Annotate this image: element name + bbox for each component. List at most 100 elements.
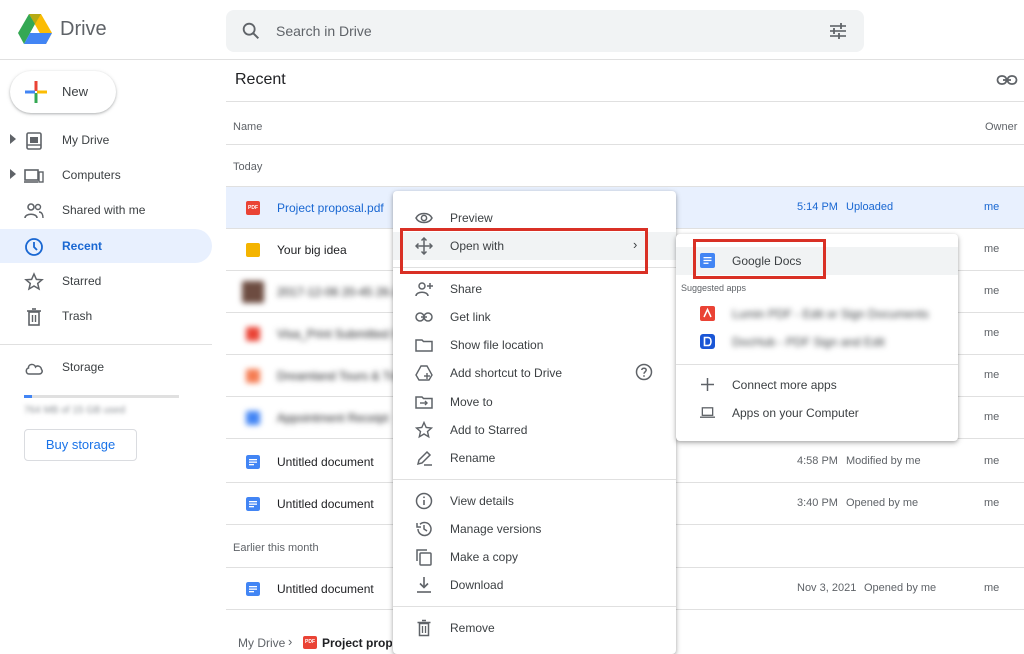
- plus-icon: [25, 81, 47, 103]
- my-drive-icon: [26, 132, 42, 150]
- divider: [226, 144, 1024, 145]
- cloud-icon: [25, 363, 43, 375]
- menu-item-move-to[interactable]: Move to: [393, 388, 676, 416]
- file-owner: me: [984, 285, 1000, 297]
- section-label-earlier: Earlier this month: [233, 542, 319, 554]
- file-owner: me: [984, 411, 1000, 423]
- menu-item-label: View details: [450, 494, 514, 508]
- submenu-item-connect-apps[interactable]: Connect more apps: [676, 371, 958, 399]
- sidebar-item-computers[interactable]: Computers: [0, 158, 212, 192]
- menu-item-label: Remove: [450, 621, 495, 635]
- link-icon[interactable]: [996, 71, 1018, 89]
- page-title: Recent: [235, 71, 286, 88]
- chevron-right-icon: ›: [288, 634, 293, 649]
- history-icon: [416, 521, 432, 537]
- menu-divider: [393, 479, 676, 480]
- copy-icon: [416, 549, 432, 566]
- menu-item-label: Show file location: [450, 338, 544, 352]
- menu-item-add-starred[interactable]: Add to Starred: [393, 416, 676, 444]
- sidebar-item-my-drive[interactable]: My Drive: [0, 123, 212, 157]
- search-icon[interactable]: [240, 20, 262, 42]
- expand-arrow-icon[interactable]: [10, 169, 16, 179]
- divider: [226, 101, 1024, 102]
- menu-item-add-shortcut[interactable]: Add shortcut to Drive: [393, 359, 676, 387]
- sidebar-item-shared[interactable]: Shared with me: [0, 193, 212, 227]
- pdf-file-icon: [246, 327, 260, 341]
- menu-item-view-details[interactable]: View details: [393, 487, 676, 515]
- file-date: 4:58 PM: [797, 455, 838, 467]
- image-file-icon: [246, 369, 260, 383]
- menu-item-label: Make a copy: [450, 550, 519, 564]
- file-activity: Opened by me: [846, 497, 919, 509]
- menu-item-share[interactable]: Share: [393, 275, 676, 303]
- plus-icon: [701, 378, 714, 391]
- image-thumbnail: [242, 281, 264, 303]
- expand-arrow-icon[interactable]: [10, 134, 16, 144]
- sidebar-item-label: Shared with me: [62, 203, 146, 217]
- sidebar-item-label: Computers: [62, 168, 121, 182]
- menu-item-label: Add to Starred: [450, 423, 528, 437]
- menu-item-label: Add shortcut to Drive: [450, 366, 563, 380]
- submenu-item-dochub[interactable]: DocHub - PDF Sign and Edit: [676, 328, 958, 356]
- menu-item-label: Share: [450, 282, 483, 296]
- eye-icon: [415, 212, 433, 224]
- lumin-pdf-icon: [700, 306, 715, 321]
- highlight-box-google-docs: [693, 239, 826, 279]
- suggested-apps-label: Suggested apps: [681, 283, 747, 293]
- sidebar-item-label: Starred: [62, 274, 102, 288]
- search-bar[interactable]: Search in Drive: [226, 10, 864, 52]
- menu-item-manage-versions[interactable]: Manage versions: [393, 515, 676, 543]
- clock-icon: [25, 238, 43, 256]
- search-input[interactable]: Search in Drive: [276, 23, 372, 39]
- star-icon: [415, 421, 433, 439]
- menu-item-label: Move to: [450, 395, 493, 409]
- file-owner: me: [984, 497, 1000, 509]
- file-name: Project proposal.pdf: [277, 201, 384, 215]
- menu-item-rename[interactable]: Rename: [393, 444, 676, 472]
- file-owner: me: [984, 243, 1000, 255]
- menu-item-label: Rename: [450, 451, 496, 465]
- file-name: Dreamland Tours & Tra: [277, 369, 401, 383]
- submenu-item-computer-apps[interactable]: Apps on your Computer: [676, 399, 958, 427]
- column-header-owner[interactable]: Owner: [985, 121, 1017, 133]
- sidebar-divider: [0, 344, 212, 345]
- menu-item-make-copy[interactable]: Make a copy: [393, 543, 676, 571]
- menu-item-show-location[interactable]: Show file location: [393, 331, 676, 359]
- breadcrumb-current[interactable]: Project proposal.pdf: [322, 636, 392, 650]
- file-owner: me: [984, 201, 1000, 213]
- new-button[interactable]: New: [10, 71, 116, 113]
- sidebar-item-label: Trash: [62, 309, 93, 323]
- sidebar-item-trash[interactable]: Trash: [0, 299, 212, 333]
- buy-storage-button[interactable]: Buy storage: [24, 429, 137, 461]
- file-activity: Uploaded: [846, 201, 894, 213]
- sidebar-item-label: My Drive: [62, 133, 110, 147]
- submenu-item-label: Apps on your Computer: [732, 406, 859, 420]
- file-name: Your big idea: [277, 243, 347, 257]
- pdf-file-icon: PDF: [303, 636, 317, 649]
- file-date: Nov 3, 2021: [797, 582, 857, 594]
- storage-progress-bar: [24, 395, 179, 398]
- help-icon[interactable]: [635, 363, 653, 381]
- file-activity: Modified by me: [846, 455, 921, 467]
- file-owner: me: [984, 455, 1000, 467]
- laptop-icon: [700, 407, 715, 418]
- search-options-icon[interactable]: [828, 21, 848, 41]
- file-name: Untitled document: [277, 497, 374, 511]
- brand-name[interactable]: Drive: [60, 18, 107, 41]
- sidebar-item-storage[interactable]: Storage: [0, 350, 212, 384]
- breadcrumb-root[interactable]: My Drive: [238, 636, 285, 650]
- drive-logo-icon[interactable]: [18, 14, 52, 44]
- menu-item-remove[interactable]: Remove: [393, 614, 676, 642]
- dochub-icon: [700, 334, 715, 349]
- menu-item-get-link[interactable]: Get link: [393, 303, 676, 331]
- sidebar-item-starred[interactable]: Starred: [0, 264, 212, 298]
- link-icon: [415, 312, 433, 322]
- file-owner: me: [984, 369, 1000, 381]
- column-header-name[interactable]: Name: [233, 121, 262, 133]
- docs-file-icon: [246, 497, 260, 511]
- file-owner: me: [984, 582, 1000, 594]
- menu-item-download[interactable]: Download: [393, 571, 676, 599]
- sidebar-item-label: Recent: [62, 239, 103, 253]
- sidebar-item-recent[interactable]: Recent: [0, 229, 212, 263]
- submenu-item-lumin[interactable]: Lumin PDF - Edit or Sign Documents: [676, 300, 958, 328]
